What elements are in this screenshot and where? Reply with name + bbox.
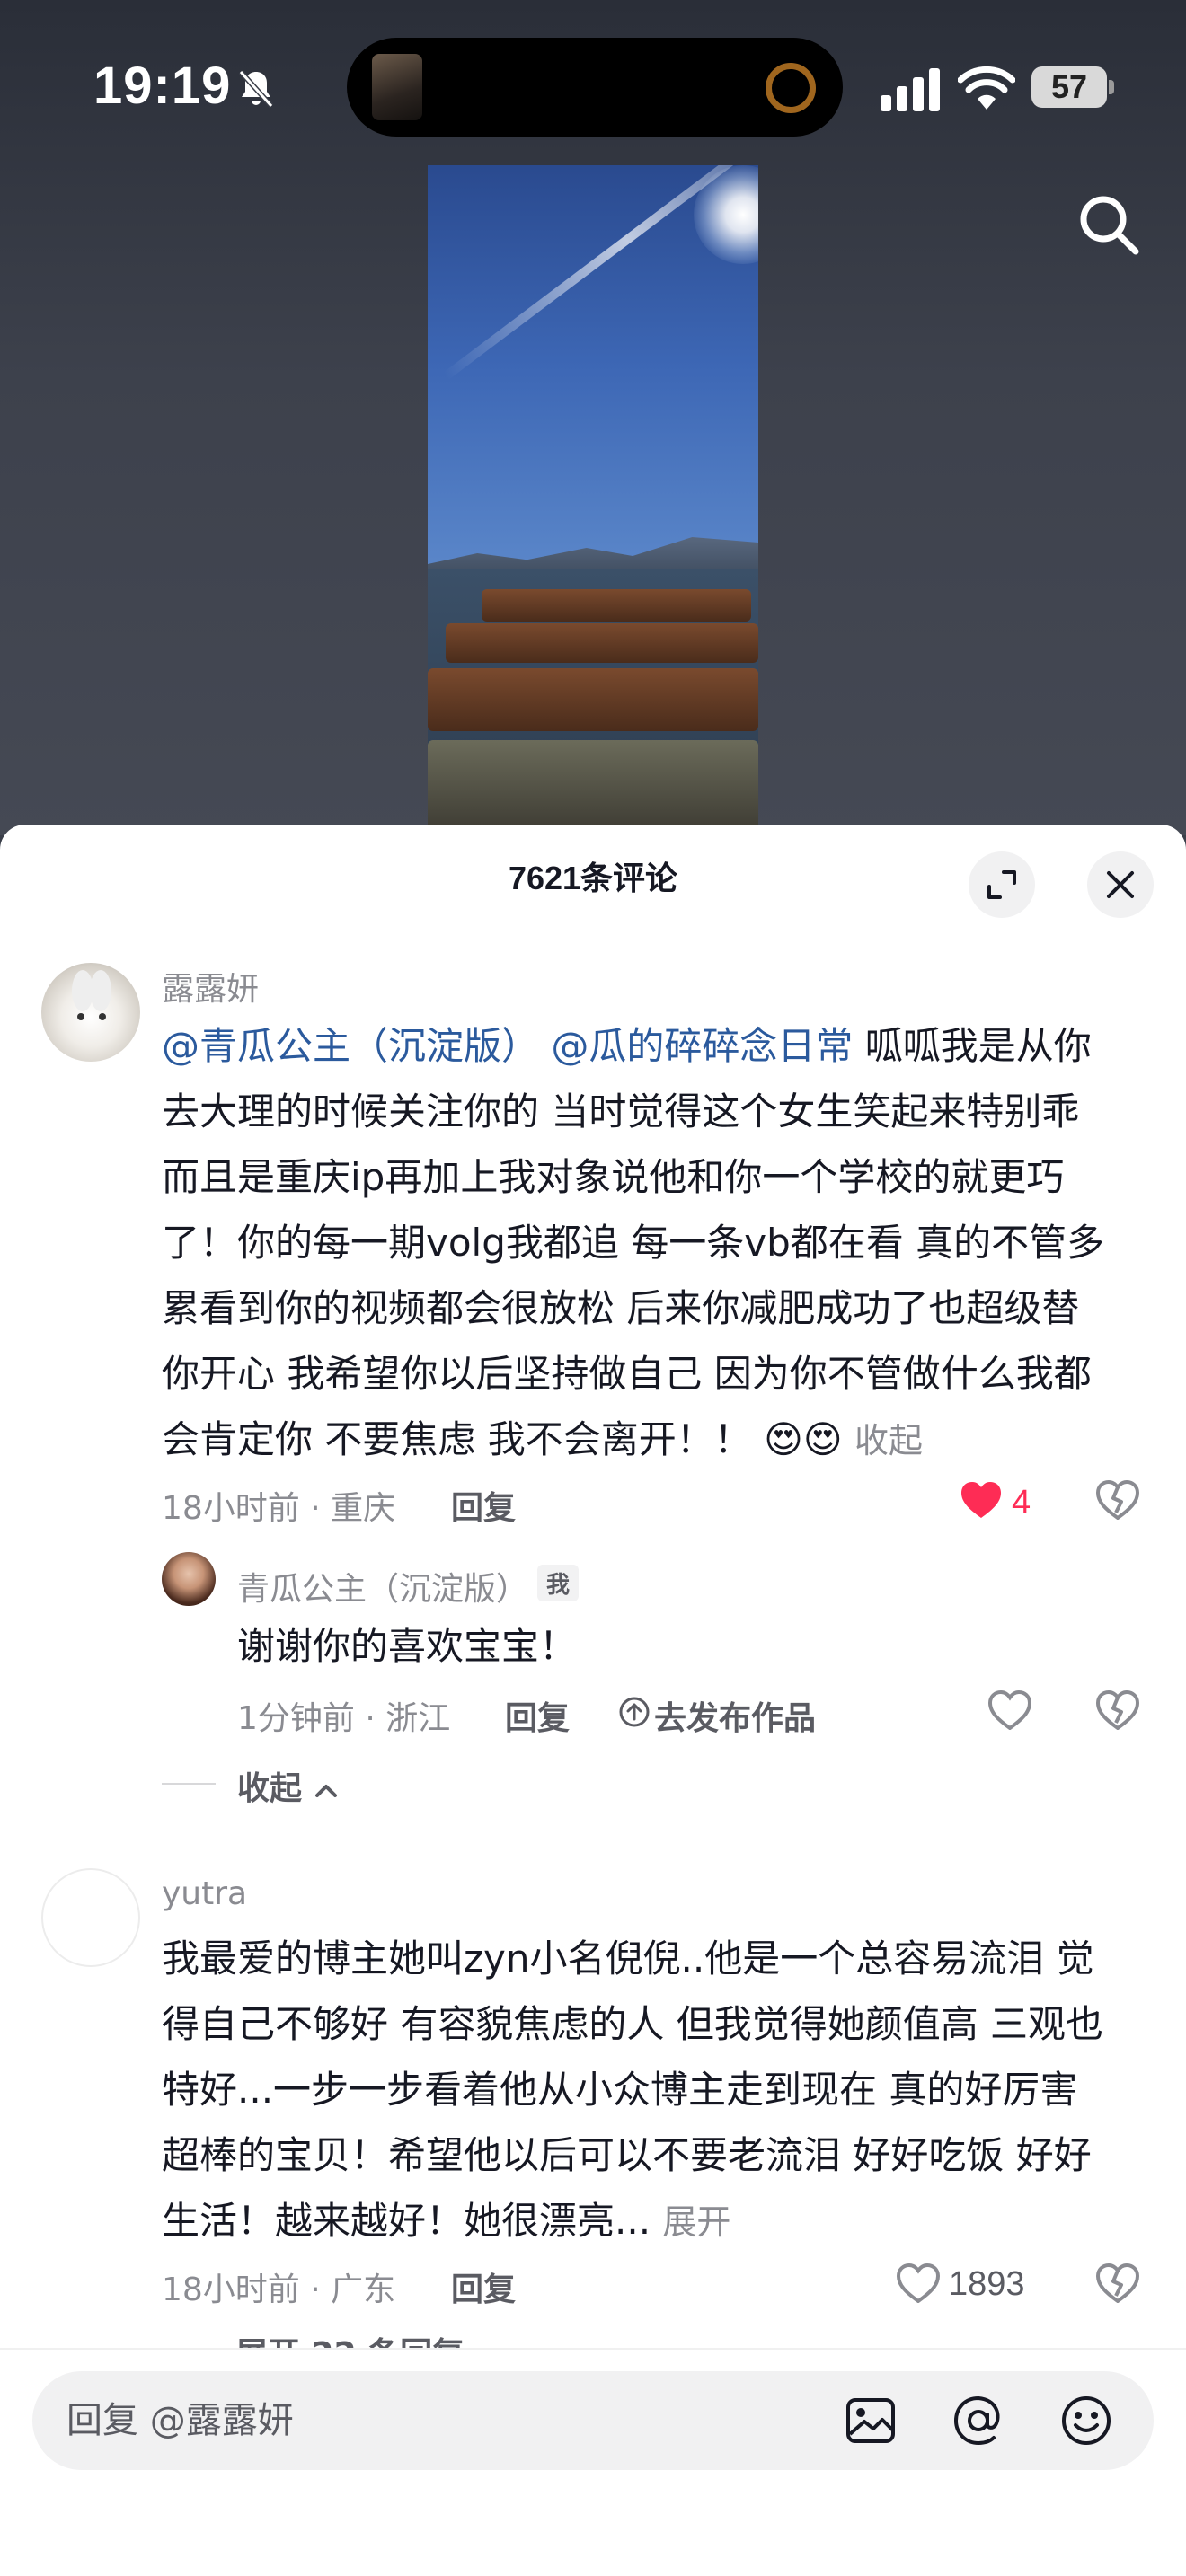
comment-text: @青瓜公主（沉淀版） @瓜的碎碎念日常 呱呱我是从你 去大理的时候关注你的 当时… — [162, 1013, 1104, 1474]
chevron-up-icon — [314, 1785, 337, 1797]
comment-line: 累看到你的视频都会很放松 后来你减肥成功了也超级替 — [162, 1286, 1080, 1330]
divider — [162, 1783, 216, 1785]
comment-line: @青瓜公主（沉淀版） @瓜的碎碎念日常 呱呱我是从你 — [162, 1024, 1092, 1068]
heart-outline-icon[interactable] — [897, 2263, 940, 2303]
battery-icon: 57 — [1031, 66, 1114, 108]
like-count: 4 — [1012, 1484, 1031, 1522]
comment-line: 得自己不够好 有容貌焦虑的人 但我觉得她颜值高 三观也 — [162, 2002, 1104, 2046]
reply-input-bar: 回复 @露露妍 — [0, 2348, 1186, 2576]
mention-link[interactable]: @青瓜公主（沉淀版） — [162, 1024, 539, 1068]
boat — [446, 623, 758, 663]
collapse-replies-button[interactable]: 收起 — [237, 1762, 339, 1809]
expand-text-link[interactable]: 展开 — [662, 2202, 730, 2242]
reply-button[interactable]: 回复 — [451, 2263, 516, 2310]
reply-input-placeholder: 回复 @露露妍 — [66, 2400, 294, 2441]
reply-input[interactable]: 回复 @露露妍 — [32, 2371, 1154, 2470]
emoji-icon[interactable] — [1058, 2393, 1114, 2448]
dislike-broken-heart-icon[interactable] — [1096, 1690, 1139, 1730]
heart-filled-icon[interactable] — [960, 1480, 1003, 1520]
comment-line: 超棒的宝贝！希望他以后可以不要老流泪 好好吃饭 好好 — [162, 2133, 1092, 2177]
image-icon[interactable] — [843, 2393, 898, 2448]
reply-text: 谢谢你的喜欢宝宝！ — [237, 1624, 578, 1668]
comment-line: 了！你的每一期volg我都追 每一条vb都在看 真的不管多 — [162, 1221, 1105, 1265]
emoji: 😍😍 — [764, 1417, 843, 1461]
collapse-text-link[interactable]: 收起 — [854, 1421, 923, 1460]
status-time: 19:19 — [93, 57, 232, 115]
comment-line: 我最爱的博主她叫zyn小名倪倪..他是一个总容易流泪 觉 — [162, 1936, 1094, 1981]
upload-circle-icon[interactable] — [618, 1696, 651, 1728]
comment-username[interactable]: 露露妍 — [162, 963, 259, 1010]
comment-text: 我最爱的博主她叫zyn小名倪倪..他是一个总容易流泪 觉 得自己不够好 有容貌焦… — [162, 1926, 1103, 2255]
activity-ring-icon — [766, 63, 816, 113]
now-playing-thumbnail — [372, 54, 422, 120]
comment-username[interactable]: yutra — [162, 1875, 247, 1912]
reply-username[interactable]: 青瓜公主（沉淀版） — [237, 1563, 528, 1610]
author-tag: 我 — [537, 1565, 580, 1601]
avatar[interactable] — [41, 963, 140, 1062]
reply-button[interactable]: 回复 — [505, 1692, 570, 1739]
wifi-icon — [958, 66, 1015, 110]
status-bar: 19:19 57 — [0, 0, 1186, 171]
avatar[interactable] — [41, 1868, 140, 1967]
dislike-broken-heart-icon[interactable] — [1096, 2263, 1139, 2303]
like-count: 1893 — [949, 2265, 1025, 2303]
comment-line: 你开心 我希望你以后坚持做自己 因为你不管做什么我都 — [162, 1352, 1092, 1396]
boat-foreground — [428, 740, 758, 835]
close-icon — [1107, 871, 1134, 898]
expand-icon — [987, 870, 1016, 899]
comment-line: 去大理的时候关注你的 当时觉得这个女生笑起来特别乖 — [162, 1090, 1080, 1134]
publish-work-button[interactable]: 去发布作品 — [654, 1692, 816, 1739]
comment-line: 会肯定你 不要焦虑 我不会离开！！ 😍😍 收起 — [162, 1417, 924, 1461]
dynamic-island[interactable] — [347, 38, 843, 137]
bell-slash-icon — [238, 69, 274, 109]
dislike-broken-heart-icon[interactable] — [1096, 1480, 1139, 1520]
heart-outline-icon[interactable] — [988, 1690, 1031, 1730]
comment-line: 特好...一步一步看着他从小众博主走到现在 真的好厉害 — [162, 2068, 1078, 2112]
battery-level: 57 — [1031, 66, 1107, 108]
expand-replies-button[interactable]: 展开 22 条回复 — [235, 2328, 465, 2348]
comment-line: 而且是重庆ip再加上我对象说他和你一个学校的就更巧 — [162, 1155, 1065, 1199]
comment-line: 生活！越来越好！她很漂亮... 展开 — [162, 2199, 731, 2243]
close-sheet-button[interactable] — [1087, 851, 1154, 918]
reply-time-location: 1分钟前 · 浙江 — [237, 1700, 451, 1737]
boat — [428, 668, 758, 731]
comment-time-location: 18小时前 · 重庆 — [162, 1490, 396, 1527]
search-icon[interactable] — [1075, 190, 1143, 259]
video-frame[interactable] — [428, 165, 758, 835]
reply-avatar[interactable] — [162, 1552, 216, 1606]
boat — [482, 589, 751, 622]
mention-link[interactable]: @瓜的碎碎念日常 — [551, 1024, 853, 1068]
comment-time-location: 18小时前 · 广东 — [162, 2272, 396, 2308]
reply-button[interactable]: 回复 — [451, 1482, 516, 1529]
cellular-signal-icon — [881, 68, 940, 111]
at-icon[interactable] — [951, 2393, 1006, 2448]
expand-sheet-button[interactable] — [969, 851, 1035, 918]
